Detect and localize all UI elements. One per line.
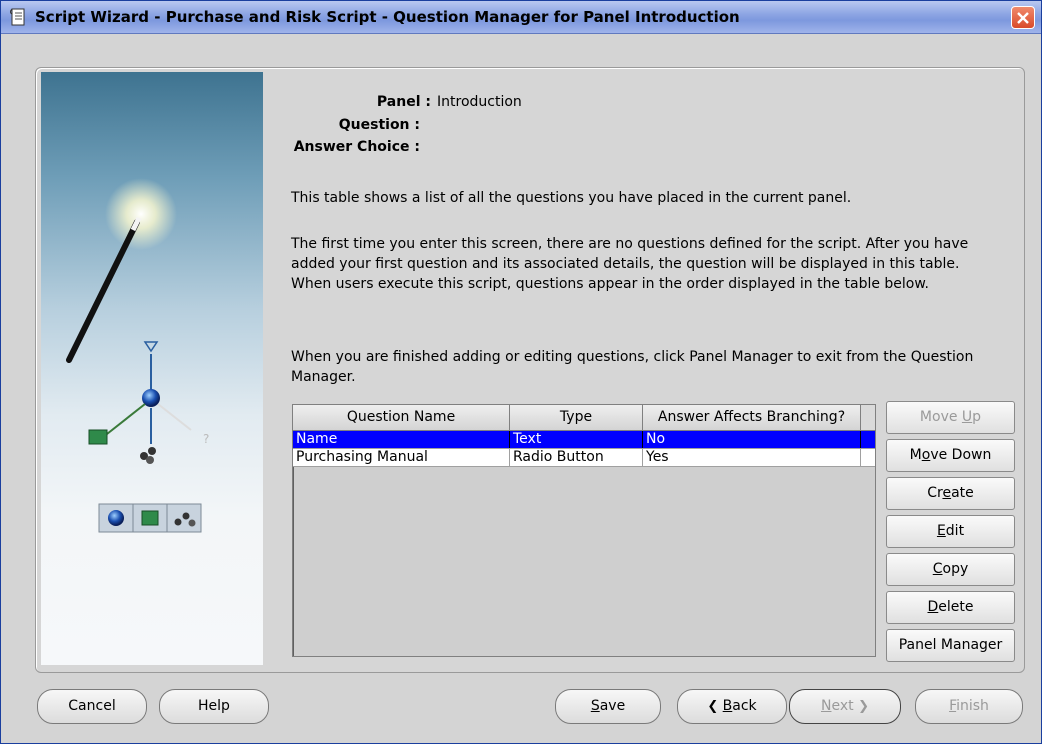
edit-button[interactable]: Edit bbox=[886, 515, 1015, 548]
table-cell: Name bbox=[293, 431, 510, 448]
table-cell: Text bbox=[510, 431, 643, 448]
title-bar: Script Wizard - Purchase and Risk Script… bbox=[1, 1, 1041, 34]
finish-label-post: inish bbox=[956, 698, 989, 714]
save-label-post: ave bbox=[599, 698, 626, 714]
copy-label-post: opy bbox=[942, 561, 969, 577]
move-down-label-post: ve Down bbox=[930, 447, 992, 463]
svg-text:?: ? bbox=[203, 432, 209, 446]
edit-label-mnemonic: E bbox=[936, 523, 946, 539]
move-down-button[interactable]: Move Down bbox=[886, 439, 1015, 472]
document-icon bbox=[9, 8, 27, 26]
edit-label-post: dit bbox=[945, 523, 965, 539]
cancel-label: Cancel bbox=[68, 698, 116, 714]
next-label-post: ext bbox=[831, 698, 854, 714]
back-button[interactable]: ❮ Back bbox=[677, 689, 787, 724]
column-header-question-name[interactable]: Question Name bbox=[293, 405, 510, 430]
close-icon bbox=[1017, 11, 1029, 24]
panel-label: Panel : bbox=[376, 94, 431, 110]
question-info-row: Question : bbox=[291, 117, 426, 133]
create-label-post: ate bbox=[951, 485, 974, 501]
window-title: Script Wizard - Purchase and Risk Script… bbox=[35, 8, 740, 26]
save-label-mnemonic: S bbox=[590, 698, 600, 714]
answer-choice-label: Answer Choice : bbox=[293, 139, 420, 155]
script-wizard-window: Script Wizard - Purchase and Risk Script… bbox=[0, 0, 1042, 744]
finish-button[interactable]: Finish bbox=[915, 689, 1023, 724]
chevron-right-icon: ❯ bbox=[858, 699, 869, 714]
table-row[interactable]: Purchasing Manual Radio Button Yes bbox=[293, 449, 875, 467]
table-cell: Purchasing Manual bbox=[293, 449, 510, 466]
next-button[interactable]: Next ❯ bbox=[789, 689, 901, 724]
description-paragraph-1: This table shows a list of all the quest… bbox=[291, 190, 852, 206]
table-cell: No bbox=[643, 431, 861, 448]
copy-button[interactable]: Copy bbox=[886, 553, 1015, 586]
create-button[interactable]: Create bbox=[886, 477, 1015, 510]
table-row[interactable]: Name Text No bbox=[293, 431, 875, 449]
wizard-illustration: ? bbox=[41, 72, 263, 665]
back-label-mnemonic: B bbox=[722, 698, 733, 714]
create-label-pre: Cr bbox=[927, 485, 943, 501]
answer-choice-info-row: Answer Choice : bbox=[291, 139, 426, 155]
table-cell: Yes bbox=[643, 449, 861, 466]
copy-label-mnemonic: C bbox=[932, 561, 943, 577]
cancel-button[interactable]: Cancel bbox=[37, 689, 147, 724]
move-up-label-post: p bbox=[972, 409, 982, 425]
panel-value: Introduction bbox=[437, 94, 522, 110]
create-label-mnemonic: e bbox=[942, 485, 952, 501]
question-label: Question : bbox=[338, 117, 420, 133]
move-up-button[interactable]: Move Up bbox=[886, 401, 1015, 434]
delete-label-mnemonic: D bbox=[927, 599, 939, 615]
table-header: Question Name Type Answer Affects Branch… bbox=[293, 405, 875, 431]
back-label-post: ack bbox=[732, 698, 757, 714]
question-table[interactable]: Question Name Type Answer Affects Branch… bbox=[292, 404, 876, 657]
column-header-type[interactable]: Type bbox=[510, 405, 643, 430]
save-button[interactable]: Save bbox=[555, 689, 661, 724]
description-paragraph-2: The first time you enter this screen, th… bbox=[291, 236, 969, 292]
table-cell: Radio Button bbox=[510, 449, 643, 466]
close-button[interactable] bbox=[1011, 6, 1035, 29]
move-up-label-pre: Move bbox=[919, 409, 962, 425]
chevron-left-icon: ❮ bbox=[707, 699, 719, 714]
help-label: Help bbox=[198, 698, 230, 714]
panel-info-row: Panel : Introduction bbox=[291, 94, 522, 110]
panel-manager-label: Panel Manager bbox=[898, 637, 1003, 653]
column-header-answer-affects-branching[interactable]: Answer Affects Branching? bbox=[643, 405, 861, 430]
move-down-label-pre: M bbox=[909, 447, 922, 463]
next-label-mnemonic: N bbox=[821, 698, 832, 714]
description-paragraph-3: When you are finished adding or editing … bbox=[291, 349, 974, 385]
move-up-label-mnemonic: U bbox=[961, 409, 973, 425]
help-button[interactable]: Help bbox=[159, 689, 269, 724]
delete-label-post: elete bbox=[938, 599, 974, 615]
panel-manager-button[interactable]: Panel Manager bbox=[886, 629, 1015, 662]
delete-button[interactable]: Delete bbox=[886, 591, 1015, 624]
